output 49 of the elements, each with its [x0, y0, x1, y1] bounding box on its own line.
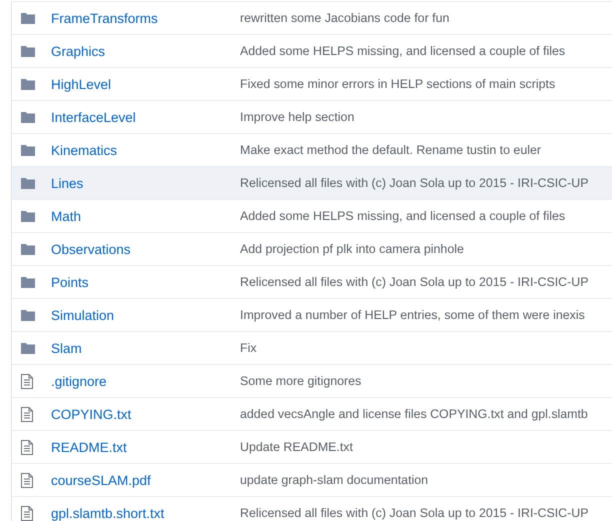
- file-link[interactable]: gpl.slamtb.short.txt: [51, 506, 240, 520]
- file-link[interactable]: Points: [51, 274, 240, 290]
- commit-message: Improved a number of HELP entries, some of them were inexis: [240, 308, 585, 322]
- commit-message: Make exact method the default. Rename tustin to euler: [240, 143, 541, 157]
- folder-icon: [21, 210, 35, 222]
- folder-icon: [21, 144, 35, 156]
- commit-message: Relicensed all files with (c) Joan Sola up to 2015 - IRI-CSIC-UP: [240, 275, 588, 289]
- folder-icon: [21, 78, 35, 90]
- folder-icon: [21, 309, 35, 321]
- file-link[interactable]: Observations: [51, 242, 240, 256]
- folder-icon: [21, 177, 35, 189]
- folder-icon: [21, 12, 35, 24]
- commit-message: update graph-slam documentation: [240, 473, 428, 487]
- commit-message: rewritten some Jacobians code for fun: [240, 11, 450, 25]
- commit-message: Fix: [240, 341, 257, 355]
- file-link[interactable]: Math: [51, 208, 240, 224]
- file-link[interactable]: README.txt: [51, 440, 240, 454]
- file-icon: [21, 506, 33, 520]
- commit-message: added vecsAngle and license files COPYING.txt and gpl.slamtb: [240, 407, 588, 421]
- file-link[interactable]: Simulation: [51, 308, 240, 322]
- folder-icon: [21, 276, 35, 288]
- folder-icon: [21, 45, 35, 57]
- commit-message: Added some HELPS missing, and licensed a couple of files: [240, 209, 566, 223]
- commit-message: Relicensed all files with (c) Joan Sola up to 2015 - IRI-CSIC-UP: [240, 176, 588, 190]
- file-link[interactable]: courseSLAM.pdf: [51, 472, 240, 488]
- file-link[interactable]: FrameTransforms: [51, 10, 240, 26]
- folder-icon: [21, 342, 35, 354]
- file-link[interactable]: Slam: [51, 340, 240, 356]
- commit-message: Some more gitignores: [240, 374, 362, 388]
- commit-message: Improve help section: [240, 110, 354, 124]
- file-link[interactable]: COPYING.txt: [51, 406, 240, 422]
- commit-message: Fixed some minor errors in HELP sections of main scripts: [240, 77, 556, 91]
- file-link[interactable]: Kinematics: [51, 142, 240, 158]
- file-link[interactable]: HighLevel: [51, 76, 240, 92]
- file-link[interactable]: Lines: [51, 176, 240, 190]
- folder-icon: [21, 243, 35, 255]
- commit-message: Add projection pf plk into camera pinhole: [240, 242, 464, 256]
- file-icon: [21, 440, 33, 454]
- folder-icon: [21, 111, 35, 123]
- commit-message: Added some HELPS missing, and licensed a couple of files: [240, 44, 566, 58]
- file-row[interactable]: Lines Relicensed all files with (c) Joan Sola up to 2015 - IRI-CSIC-UP: [12, 167, 612, 200]
- file-link[interactable]: Graphics: [51, 44, 240, 58]
- commit-message: Update README.txt: [240, 440, 353, 454]
- file-icon: [21, 406, 33, 422]
- file-icon: [21, 472, 33, 488]
- commit-message: Relicensed all files with (c) Joan Sola up to 2015 - IRI-CSIC-UP: [240, 506, 588, 520]
- file-link[interactable]: InterfaceLevel: [51, 110, 240, 124]
- file-link[interactable]: .gitignore: [51, 374, 240, 388]
- file-icon: [21, 374, 33, 388]
